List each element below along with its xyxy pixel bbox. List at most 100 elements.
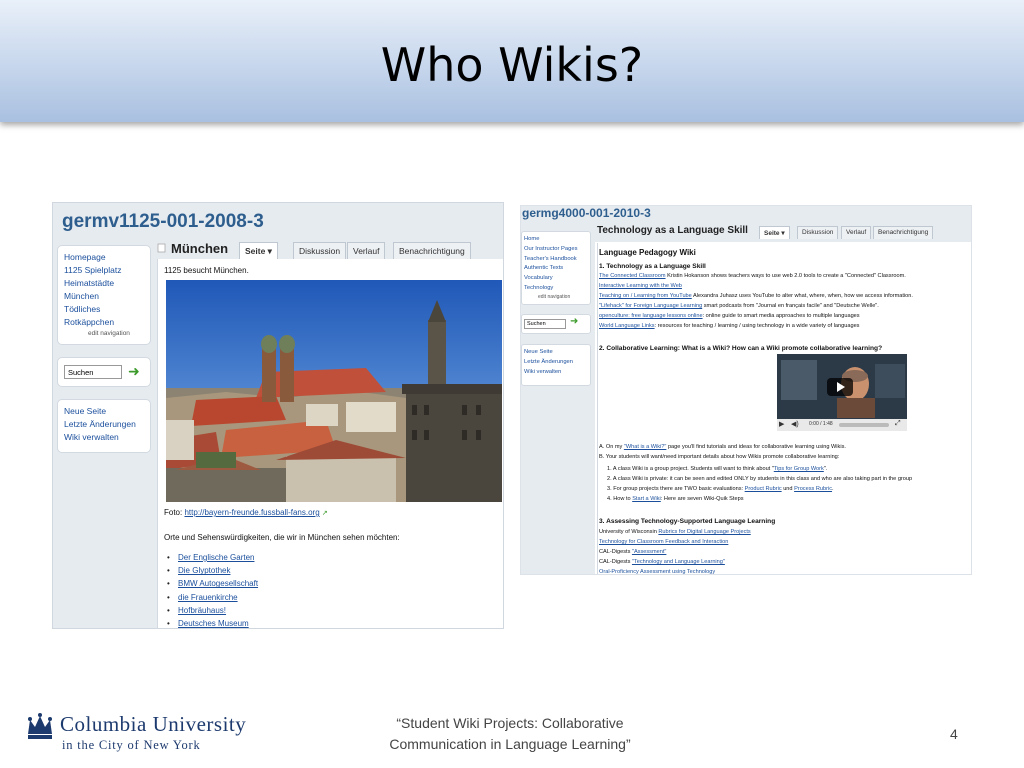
sights-intro: Orte und Sehenswürdigkeiten, die wir in … xyxy=(164,533,400,542)
assessment-line: University of Wisconsin Rubrics for Digi… xyxy=(599,529,751,535)
video-progress-bar[interactable] xyxy=(839,423,889,427)
wiki-title[interactable]: germg4000-001-2010-3 xyxy=(522,206,651,220)
list-item[interactable]: • BMW Autogesellschaft xyxy=(167,577,258,590)
start-a-wiki-link[interactable]: Start a Wiki xyxy=(632,496,661,502)
assessment-link[interactable]: Rubrics for Digital Language Projects xyxy=(658,529,750,535)
list-item[interactable]: • Die Glyptothek xyxy=(167,564,258,577)
list-item[interactable]: • die Frauenkirche xyxy=(167,591,258,604)
nav-link-teachers-handbook[interactable]: Teacher's Handbook xyxy=(524,255,590,265)
play-button-icon[interactable] xyxy=(827,378,853,396)
tab-benachrichtigung[interactable]: Benachrichtigung xyxy=(393,242,471,259)
wiki-title[interactable]: germv1125-001-2008-3 xyxy=(62,211,264,233)
wiki-info-line: A. On my "What is a Wiki?" page you'll f… xyxy=(599,444,846,450)
wiki-info-item: 3. For group projects there are TWO basi… xyxy=(607,486,834,492)
assessment-link[interactable]: "Technology and Language Learning" xyxy=(632,559,725,565)
navigation-box: Home Our Instructor Pages Teacher's Hand… xyxy=(521,231,591,305)
search-go-arrow-icon[interactable]: ➜ xyxy=(570,316,578,327)
crown-icon xyxy=(28,713,52,739)
new-page-link[interactable]: Neue Seite xyxy=(524,348,590,358)
logo-subtitle: in the City of New York xyxy=(62,738,201,752)
list-item[interactable]: • Deutsches Museum xyxy=(167,617,258,628)
section-heading-1: 1. Technology as a Language Skill xyxy=(599,263,706,270)
edit-navigation-link[interactable]: edit navigation xyxy=(64,329,150,338)
navigation-box: Homepage 1125 Spielplatz Heimatstädte Mü… xyxy=(57,245,151,345)
nav-link-instructor-pages[interactable]: Our Instructor Pages xyxy=(524,245,590,255)
nav-link-homepage[interactable]: Homepage xyxy=(64,251,150,264)
wiki-info-item: 1. A class Wiki is a group project. Stud… xyxy=(607,466,828,472)
resource-line: "Lifehack" for Foreign Language Learning… xyxy=(599,303,879,309)
resource-line: The Connected Classroom Kristin Hokanson… xyxy=(599,273,906,279)
list-item[interactable]: • Hofbräuhaus! xyxy=(167,604,258,617)
section-heading-3: 3. Assessing Technology-Supported Langua… xyxy=(599,518,776,525)
wiki-info-line: B. Your students will want/need importan… xyxy=(599,454,840,460)
resource-link[interactable]: Interactive Learning with the Web xyxy=(599,283,682,289)
resource-line: openculture: free language lessons onlin… xyxy=(599,313,860,319)
process-rubric-link[interactable]: Process Rubric xyxy=(794,486,832,492)
nav-link-spielplatz[interactable]: 1125 Spielplatz xyxy=(64,264,150,277)
list-item[interactable]: • Der Englische Garten xyxy=(167,551,258,564)
resource-line: World Language Links: resources for teac… xyxy=(599,323,860,329)
slide-number: 4 xyxy=(950,726,958,742)
nav-link-rotkaeppchen[interactable]: Rotkäppchen xyxy=(64,316,150,329)
sights-list: • Der Englische Garten • Die Glyptothek • B… xyxy=(167,551,258,628)
munich-photo xyxy=(166,280,502,502)
tab-diskussion[interactable]: Diskussion xyxy=(797,226,839,239)
photo-credit-link[interactable]: http://bayern-freunde.fussball-fans.org xyxy=(184,508,319,517)
nav-link-authentic-texts[interactable]: Authentic Texts xyxy=(524,264,590,274)
recent-changes-link[interactable]: Letzte Änderungen xyxy=(524,358,590,368)
columbia-logo: Columbia University in the City of New Y… xyxy=(26,708,296,754)
manage-wiki-link[interactable]: Wiki verwalten xyxy=(524,368,590,378)
new-page-link[interactable]: Neue Seite xyxy=(64,405,150,418)
manage-wiki-link[interactable]: Wiki verwalten xyxy=(64,431,150,444)
fullscreen-icon[interactable]: ⤢ xyxy=(895,420,901,428)
assessment-link[interactable]: Technology for Classroom Feedback and In… xyxy=(599,539,728,545)
play-control-icon[interactable]: ▶ xyxy=(779,420,784,428)
resource-link[interactable]: Teaching on / Learning from YouTube xyxy=(599,293,692,299)
photo-credit: Foto: http://bayern-freunde.fussball-fan… xyxy=(164,508,328,517)
nav-link-technology[interactable]: Technology xyxy=(524,284,590,294)
tab-benachrichtigung[interactable]: Benachrichtigung xyxy=(873,226,934,239)
search-input[interactable] xyxy=(524,319,566,329)
what-is-a-wiki-link[interactable]: "What is a Wiki?" xyxy=(624,444,667,450)
nav-link-home[interactable]: Home xyxy=(524,235,590,245)
nav-link-toedliches[interactable]: Tödliches xyxy=(64,303,150,316)
resource-link[interactable]: "Lifehack" for Foreign Language Learning xyxy=(599,303,702,309)
assessment-line: Oral-Proficiency Assessment using Techno… xyxy=(599,569,715,574)
search-go-arrow-icon[interactable]: ➜ xyxy=(128,363,140,380)
video-player[interactable]: ▶ ◀) 0:00 / 1:48 ⤢ xyxy=(777,354,907,431)
search-box: ➜ xyxy=(57,357,151,387)
tips-group-work-link[interactable]: Tips for Group Work xyxy=(774,466,824,472)
wiki-screenshot-germv1125: germv1125-001-2008-3 Homepage 1125 Spiel… xyxy=(52,202,504,629)
wiki-screenshot-germg4000: germg4000-001-2010-3 Technology as a Lan… xyxy=(520,205,972,575)
external-link-icon: ↗ xyxy=(321,510,328,517)
search-box: ➜ xyxy=(521,314,591,334)
wiki-info-item: 2. A class Wiki is private: it can be se… xyxy=(607,476,913,482)
tools-box: Neue Seite Letzte Änderungen Wiki verwal… xyxy=(57,399,151,453)
nav-link-muenchen[interactable]: München xyxy=(64,290,150,303)
tab-seite[interactable]: Seite ▾ xyxy=(239,242,278,259)
product-rubric-link[interactable]: Product Rubric xyxy=(745,486,782,492)
recent-changes-link[interactable]: Letzte Änderungen xyxy=(64,418,150,431)
section-heading-2: 2. Collaborative Learning: What is a Wik… xyxy=(599,345,883,352)
edit-navigation-link[interactable]: edit navigation xyxy=(524,294,590,301)
footer-citation: “Student Wiki Projects: Collaborative Co… xyxy=(360,713,660,755)
resource-link[interactable]: World Language Links xyxy=(599,323,655,329)
nav-link-vocabulary[interactable]: Vocabulary xyxy=(524,274,590,284)
assessment-line: CAL-Digests "Assessment" xyxy=(599,549,667,555)
footer-line-2: Communication in Language Learning” xyxy=(389,736,631,752)
volume-icon[interactable]: ◀) xyxy=(791,420,799,428)
assessment-link[interactable]: "Assessment" xyxy=(632,549,666,555)
tab-verlauf[interactable]: Verlauf xyxy=(347,242,386,259)
search-input[interactable] xyxy=(64,365,122,379)
nav-link-heimatstaedte[interactable]: Heimatstädte xyxy=(64,277,150,290)
assessment-line: Technology for Classroom Feedback and In… xyxy=(599,539,728,545)
resource-link[interactable]: The Connected Classroom xyxy=(599,273,666,279)
assessment-line: CAL-Digests "Technology and Language Lea… xyxy=(599,559,725,565)
assessment-link[interactable]: Oral-Proficiency Assessment using Techno… xyxy=(599,569,715,574)
video-time: 0:00 / 1:48 xyxy=(809,421,833,427)
tab-verlauf[interactable]: Verlauf xyxy=(841,226,872,239)
resource-link[interactable]: openculture: free language lessons onlin… xyxy=(599,313,703,319)
tab-diskussion[interactable]: Diskussion xyxy=(293,242,347,259)
tab-seite[interactable]: Seite ▾ xyxy=(759,226,790,239)
footer-line-1: “Student Wiki Projects: Collaborative xyxy=(396,715,624,731)
